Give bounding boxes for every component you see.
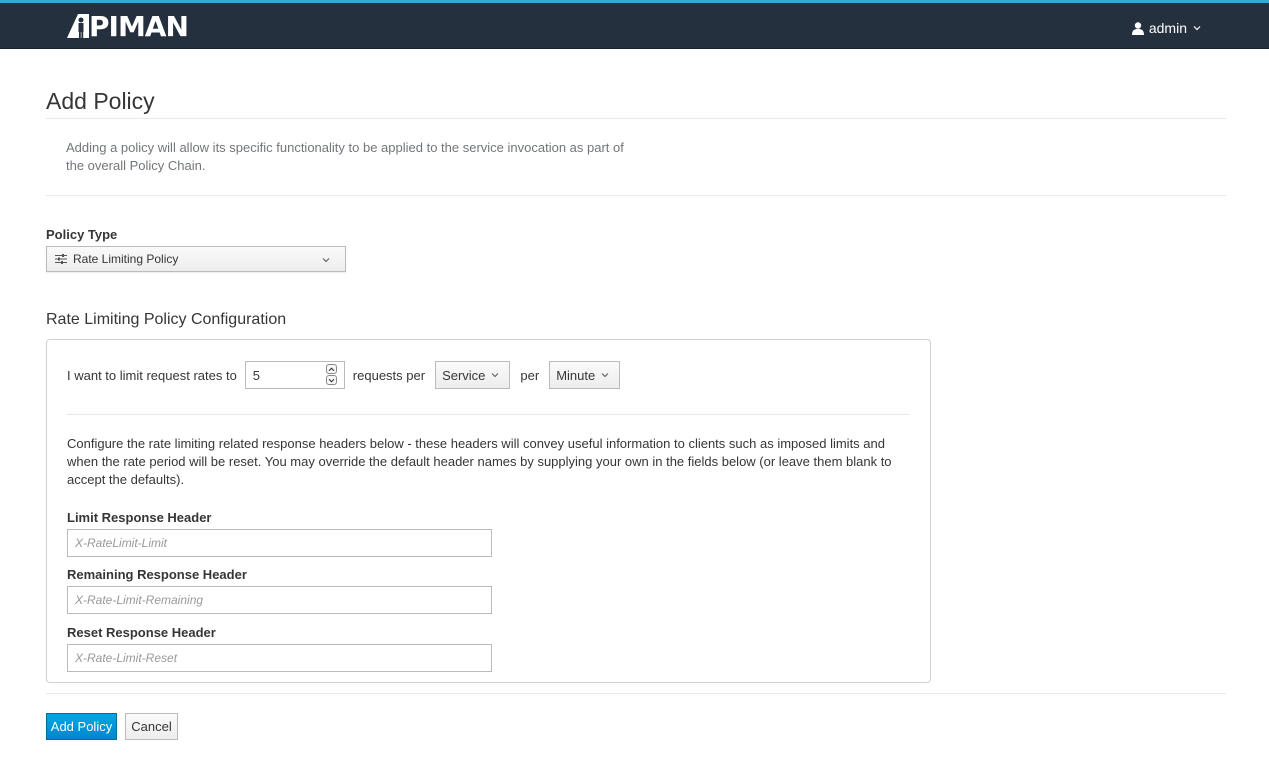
- intro-text: Adding a policy will allow its specific …: [66, 140, 624, 173]
- chevron-down-icon: [492, 373, 499, 378]
- rate-limit-row: I want to limit request rates to 5 reque…: [67, 361, 630, 389]
- granularity-value: Service: [442, 367, 486, 383]
- chevron-down-icon: [322, 258, 330, 263]
- user-name: admin: [1148, 20, 1187, 36]
- apiman-logo[interactable]: PIMAN: [67, 9, 189, 43]
- policy-type-value: Rate Limiting Policy: [73, 252, 179, 266]
- divider: [67, 414, 910, 415]
- config-panel: I want to limit request rates to 5 reque…: [46, 339, 931, 683]
- requests-per-label: requests per: [352, 367, 426, 383]
- add-policy-button[interactable]: Add Policy: [46, 713, 117, 740]
- granularity-select[interactable]: Service: [435, 361, 511, 389]
- divider: [46, 693, 1226, 694]
- chevron-down-icon: [1193, 26, 1201, 31]
- headers-help-text: Configure the rate limiting related resp…: [67, 436, 892, 487]
- rate-limit-input[interactable]: 5: [244, 361, 345, 389]
- stepper-up-icon[interactable]: [325, 364, 337, 374]
- policy-type-label: Policy Type: [46, 227, 118, 242]
- period-value: Minute: [556, 367, 596, 383]
- limit-header-input[interactable]: [67, 529, 492, 557]
- remaining-header-input[interactable]: [67, 586, 492, 614]
- remaining-header-label: Remaining Response Header: [67, 567, 247, 582]
- divider: [46, 118, 1226, 119]
- reset-header-input[interactable]: [67, 644, 492, 672]
- rate-limit-value: 5: [252, 367, 261, 383]
- top-navbar: PIMAN admin: [0, 0, 1269, 49]
- policy-type-select[interactable]: Rate Limiting Policy: [46, 246, 346, 272]
- stepper-down-icon[interactable]: [325, 375, 337, 385]
- logo-text: PIMAN: [89, 9, 189, 43]
- page-title: Add Policy: [46, 88, 155, 114]
- user-menu[interactable]: admin: [1131, 20, 1201, 36]
- divider: [46, 195, 1226, 196]
- cancel-button[interactable]: Cancel: [125, 713, 178, 740]
- logo-figure-icon: [67, 14, 89, 38]
- per-label: per: [520, 367, 540, 383]
- chevron-down-icon: [601, 373, 609, 378]
- sliders-icon: [55, 254, 67, 264]
- config-section-title: Rate Limiting Policy Configuration: [46, 311, 287, 328]
- user-icon: [1131, 21, 1144, 35]
- period-select[interactable]: Minute: [549, 361, 621, 389]
- reset-header-label: Reset Response Header: [67, 625, 216, 640]
- limit-header-label: Limit Response Header: [67, 510, 212, 525]
- rate-limit-stepper[interactable]: [325, 364, 337, 386]
- rate-prefix-label: I want to limit request rates to: [67, 367, 237, 383]
